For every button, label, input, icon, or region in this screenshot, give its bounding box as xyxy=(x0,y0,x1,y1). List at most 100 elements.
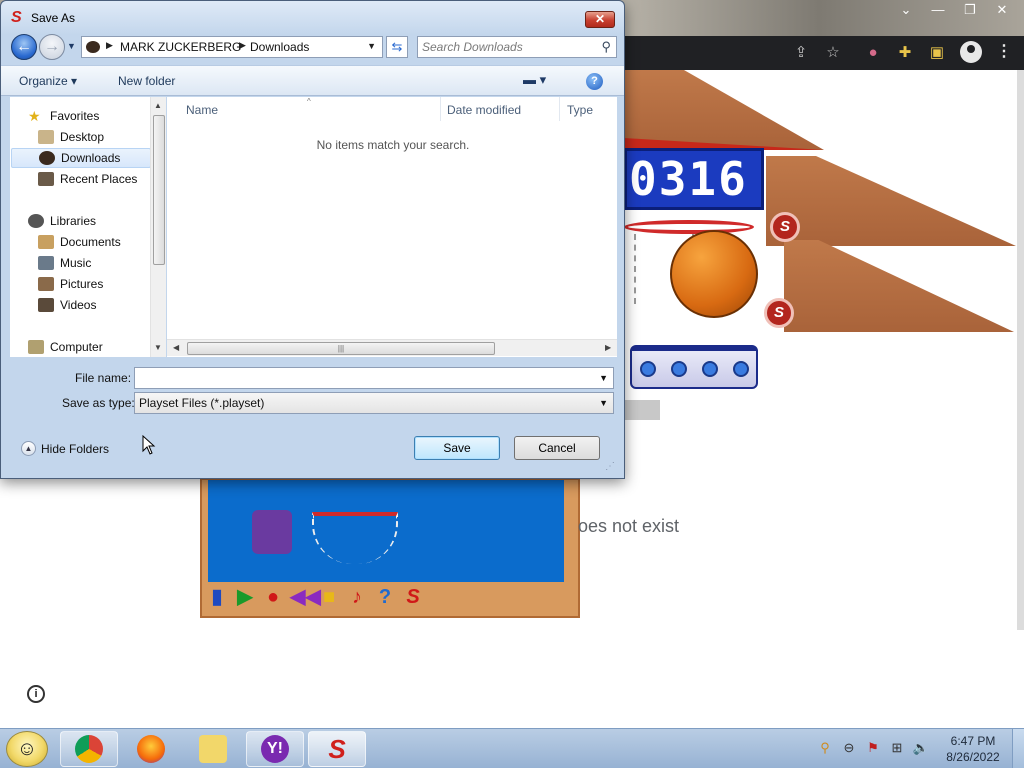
scroll-up-icon[interactable]: ▲ xyxy=(154,101,162,110)
column-type[interactable]: Type xyxy=(567,103,593,117)
nav-favorites[interactable]: ★ Favorites xyxy=(28,106,165,126)
share-icon[interactable]: ⇪ xyxy=(792,44,810,62)
taskbar-chrome[interactable] xyxy=(60,731,118,767)
chevron-up-icon: ▲ xyxy=(21,441,36,456)
logo-badge: S xyxy=(764,298,794,328)
record-icon[interactable]: ● xyxy=(262,586,284,608)
dialog-title: Save As xyxy=(31,11,76,25)
block xyxy=(624,400,660,420)
chevron-down-icon[interactable]: ▼ xyxy=(599,398,608,408)
taskbar-firefox[interactable] xyxy=(122,731,180,767)
hoop-piece[interactable] xyxy=(312,512,398,564)
chevron-down-icon[interactable]: ⌄ xyxy=(890,0,922,20)
file-list: ^ Name Date modified Type No items match… xyxy=(167,97,617,357)
scroll-right-icon[interactable]: ▶ xyxy=(605,343,611,352)
game-scene: 0316 S S xyxy=(624,70,1024,420)
taskbar-yahoo[interactable]: Y! xyxy=(246,731,304,767)
yahoo-icon: Y! xyxy=(261,735,289,763)
search-tray-icon[interactable]: ⚲ xyxy=(816,739,834,757)
window-controls: ⌄ — ❐ ✕ xyxy=(890,0,1018,20)
save-type-value: Playset Files (*.playset) xyxy=(139,396,265,410)
restore-button[interactable]: ❐ xyxy=(954,0,986,20)
search-icon[interactable]: ⚲ xyxy=(601,39,611,55)
horizontal-scrollbar[interactable]: ◀ ||| ▶ xyxy=(167,339,617,356)
search-box: ⚲ xyxy=(417,36,617,58)
recent-locations-dropdown[interactable]: ▼ xyxy=(67,41,76,51)
flag-icon[interactable]: ⚑ xyxy=(864,739,882,757)
puzzle-icon[interactable]: ✚ xyxy=(896,44,914,62)
logo-badge: S xyxy=(770,212,800,242)
minimize-button[interactable]: — xyxy=(922,0,954,20)
nav-libraries[interactable]: Libraries xyxy=(28,211,165,231)
save-button[interactable]: Save xyxy=(414,436,500,460)
nav-item-documents[interactable]: Documents xyxy=(38,232,165,252)
playset-canvas[interactable] xyxy=(208,480,564,582)
scroll-left-icon[interactable]: ◀ xyxy=(173,343,179,352)
network-icon[interactable]: ⊞ xyxy=(888,739,906,757)
chevron-down-icon[interactable]: ▼ xyxy=(599,373,608,383)
skates-piece[interactable] xyxy=(252,510,292,554)
start-button[interactable]: ☺ xyxy=(6,731,48,767)
extension-icon[interactable]: ● xyxy=(864,44,882,62)
column-date-modified[interactable]: Date modified xyxy=(447,103,521,117)
scroll-thumb[interactable]: ||| xyxy=(187,342,495,355)
nav-item-videos[interactable]: Videos xyxy=(38,295,165,315)
libraries-icon xyxy=(28,214,44,228)
info-icon[interactable]: i xyxy=(27,685,45,703)
nav-item-desktop[interactable]: Desktop xyxy=(38,127,165,147)
nav-item-music[interactable]: Music xyxy=(38,253,165,273)
chevron-right-icon[interactable]: ▶ xyxy=(239,40,246,51)
address-bar[interactable]: ▶ MARK ZUCKERBERG ▶ Downloads ▼ xyxy=(81,36,383,58)
dialog-titlebar[interactable]: S Save As ✕ xyxy=(1,1,624,35)
save-type-select[interactable]: Playset Files (*.playset) ▼ xyxy=(134,392,614,414)
chevron-right-icon[interactable]: ▶ xyxy=(106,40,113,51)
hide-folders-button[interactable]: ▲ Hide Folders xyxy=(21,441,109,456)
profile-icon[interactable] xyxy=(960,41,982,63)
taskbar-game[interactable]: S xyxy=(308,731,366,767)
minus-icon[interactable]: ⊖ xyxy=(840,739,858,757)
scroll-down-icon[interactable]: ▼ xyxy=(154,343,162,352)
chevron-down-icon[interactable]: ▼ xyxy=(367,41,376,51)
basketball[interactable] xyxy=(670,230,758,318)
nav-item-downloads[interactable]: Downloads xyxy=(11,148,151,168)
launcher-panel[interactable] xyxy=(630,345,758,389)
clock[interactable]: 6:47 PM 8/26/2022 xyxy=(940,733,1006,765)
scroll-thumb[interactable] xyxy=(153,115,165,265)
search-input[interactable] xyxy=(422,39,592,55)
show-desktop-button[interactable] xyxy=(1012,729,1024,768)
breadcrumb-downloads[interactable]: Downloads xyxy=(250,40,309,54)
mouse-cursor-icon xyxy=(142,435,156,455)
resize-grip-icon[interactable]: ⋰ xyxy=(605,461,617,473)
sidepanel-icon[interactable]: ▣ xyxy=(928,44,946,62)
file-name-input[interactable] xyxy=(138,370,588,386)
music-icon[interactable]: ♪ xyxy=(346,586,368,608)
rewind-icon[interactable]: ◀◀ xyxy=(290,586,321,608)
play-icon[interactable]: ▶ xyxy=(234,586,256,608)
nav-item-pictures[interactable]: Pictures xyxy=(38,274,165,294)
column-name[interactable]: Name xyxy=(186,103,218,117)
documents-icon xyxy=(38,235,54,249)
close-window-button[interactable]: ✕ xyxy=(986,0,1018,20)
help-tool-icon[interactable]: ? xyxy=(374,586,396,608)
change-view-button[interactable]: ▬ ▾ xyxy=(523,72,561,90)
nav-item-recent-places[interactable]: Recent Places xyxy=(38,169,165,189)
star-icon[interactable]: ☆ xyxy=(824,44,842,62)
taskbar-folder[interactable] xyxy=(184,731,242,767)
ramp xyxy=(624,70,824,150)
logo-tool-icon[interactable]: S xyxy=(402,586,424,608)
menu-icon[interactable]: ⋮ xyxy=(996,42,1012,62)
forward-button[interactable]: → xyxy=(39,34,65,60)
stop-icon[interactable]: ■ xyxy=(318,586,340,608)
refresh-button[interactable]: ⇆ xyxy=(386,36,408,58)
nav-scrollbar[interactable]: ▲ ▼ xyxy=(150,97,166,357)
help-button[interactable]: ? xyxy=(586,73,603,90)
volume-icon[interactable]: 🔈 xyxy=(912,739,930,757)
organize-button[interactable]: Organize ▾ xyxy=(19,74,77,88)
nav-computer[interactable]: Computer xyxy=(28,337,165,357)
breadcrumb-user[interactable]: MARK ZUCKERBERG xyxy=(120,40,241,54)
cancel-button[interactable]: Cancel xyxy=(514,436,600,460)
pump-tool-icon[interactable]: ▮ xyxy=(206,586,228,608)
close-button[interactable]: ✕ xyxy=(585,11,615,28)
new-folder-button[interactable]: New folder xyxy=(118,74,175,88)
back-button[interactable]: ← xyxy=(11,34,37,60)
